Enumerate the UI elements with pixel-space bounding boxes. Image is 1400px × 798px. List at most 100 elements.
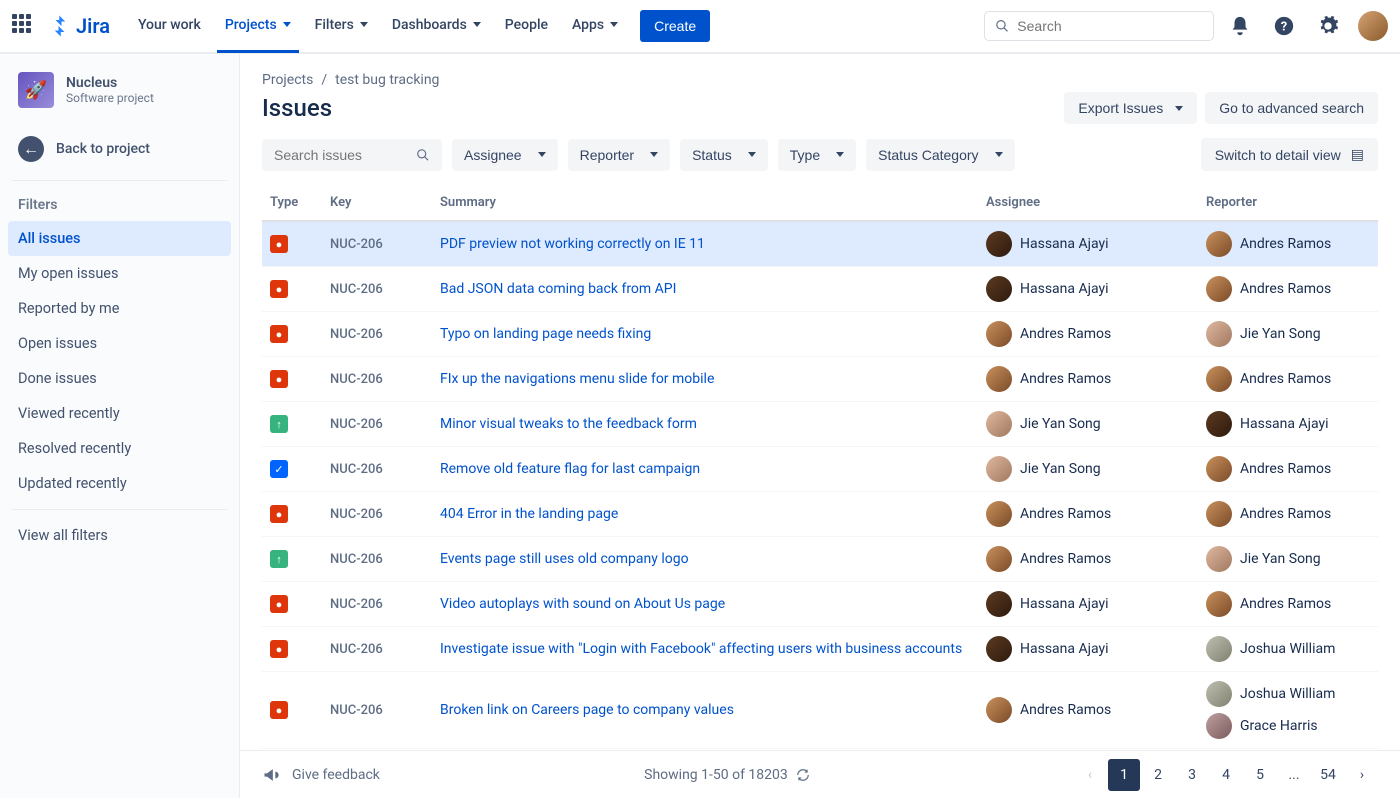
issue-summary-link[interactable]: Typo on landing page needs fixing bbox=[440, 326, 651, 342]
filter-reported-by-me[interactable]: Reported by me bbox=[8, 291, 231, 326]
assignee[interactable]: Jie Yan Song bbox=[986, 411, 1190, 437]
assignee[interactable]: Andres Ramos bbox=[986, 321, 1190, 347]
back-to-project-link[interactable]: ← Back to project bbox=[8, 126, 231, 172]
reporter[interactable]: Andres Ramos bbox=[1206, 276, 1370, 302]
view-all-filters-link[interactable]: View all filters bbox=[8, 518, 231, 553]
issue-row[interactable]: ●NUC-206404 Error in the landing pageAnd… bbox=[262, 492, 1378, 537]
nav-item-people[interactable]: People bbox=[497, 0, 556, 53]
issue-summary-link[interactable]: Bad JSON data coming back from API bbox=[440, 281, 676, 297]
search-issues[interactable] bbox=[262, 139, 442, 171]
issue-summary-link[interactable]: Events page still uses old company logo bbox=[440, 551, 689, 567]
switch-detail-view-button[interactable]: Switch to detail view ▤ bbox=[1201, 138, 1378, 171]
filter-resolved-recently[interactable]: Resolved recently bbox=[8, 431, 231, 466]
page-2[interactable]: 2 bbox=[1142, 759, 1174, 791]
settings-icon[interactable] bbox=[1310, 8, 1346, 44]
col-assignee[interactable]: Assignee bbox=[978, 185, 1198, 221]
app-switcher-icon[interactable] bbox=[12, 14, 36, 38]
create-button[interactable]: Create bbox=[640, 10, 710, 42]
col-summary[interactable]: Summary bbox=[432, 185, 978, 221]
reporter[interactable]: Grace Harris bbox=[1206, 713, 1370, 739]
filter-viewed-recently[interactable]: Viewed recently bbox=[8, 396, 231, 431]
avatar bbox=[1206, 456, 1232, 482]
issue-summary-link[interactable]: Broken link on Careers page to company v… bbox=[440, 702, 734, 718]
assignee[interactable]: Jie Yan Song bbox=[986, 456, 1190, 482]
assignee[interactable]: Andres Ramos bbox=[986, 546, 1190, 572]
issue-row[interactable]: ●NUC-206Broken link on Careers page to c… bbox=[262, 672, 1378, 749]
page-1[interactable]: 1 bbox=[1108, 759, 1140, 791]
reporter[interactable]: Andres Ramos bbox=[1206, 456, 1370, 482]
assignee[interactable]: Hassana Ajayi bbox=[986, 636, 1190, 662]
filter-my-open-issues[interactable]: My open issues bbox=[8, 256, 231, 291]
assignee[interactable]: Andres Ramos bbox=[986, 697, 1190, 723]
assignee[interactable]: Hassana Ajayi bbox=[986, 276, 1190, 302]
col-type[interactable]: Type bbox=[262, 185, 322, 221]
issue-row[interactable]: ●NUC-206Typo on landing page needs fixin… bbox=[262, 312, 1378, 357]
col-reporter[interactable]: Reporter bbox=[1198, 185, 1378, 221]
global-search[interactable] bbox=[984, 11, 1214, 41]
issue-row[interactable]: ●NUC-206Video autoplays with sound on Ab… bbox=[262, 582, 1378, 627]
help-icon[interactable]: ? bbox=[1266, 8, 1302, 44]
give-feedback-link[interactable]: Give feedback bbox=[262, 765, 380, 785]
reporter[interactable]: Andres Ramos bbox=[1206, 366, 1370, 392]
reporter[interactable]: Joshua William bbox=[1206, 636, 1370, 662]
assignee[interactable]: Andres Ramos bbox=[986, 366, 1190, 392]
filter-done-issues[interactable]: Done issues bbox=[8, 361, 231, 396]
avatar bbox=[1206, 321, 1232, 347]
issue-summary-link[interactable]: 404 Error in the landing page bbox=[440, 506, 618, 522]
nav-item-apps[interactable]: Apps bbox=[564, 0, 626, 53]
issue-summary-link[interactable]: PDF preview not working correctly on IE … bbox=[440, 236, 705, 252]
divider bbox=[12, 180, 227, 181]
issue-row[interactable]: ●NUC-206FIx up the navigations menu slid… bbox=[262, 357, 1378, 402]
filter-pill-status-category[interactable]: Status Category bbox=[866, 139, 1014, 171]
filter-pill-status[interactable]: Status bbox=[680, 139, 768, 171]
advanced-search-button[interactable]: Go to advanced search bbox=[1205, 92, 1378, 124]
assignee[interactable]: Andres Ramos bbox=[986, 501, 1190, 527]
page-3[interactable]: 3 bbox=[1176, 759, 1208, 791]
filter-pill-type[interactable]: Type bbox=[778, 139, 856, 171]
issue-summary-link[interactable]: Minor visual tweaks to the feedback form bbox=[440, 416, 697, 432]
reporter[interactable]: Joshua William bbox=[1206, 681, 1370, 707]
nav-item-your-work[interactable]: Your work bbox=[130, 0, 209, 53]
issue-summary-link[interactable]: Remove old feature flag for last campaig… bbox=[440, 461, 700, 477]
notifications-icon[interactable] bbox=[1222, 8, 1258, 44]
jira-logo[interactable]: Jira bbox=[48, 14, 110, 38]
filter-pill-assignee[interactable]: Assignee bbox=[452, 139, 558, 171]
filter-open-issues[interactable]: Open issues bbox=[8, 326, 231, 361]
reporter[interactable]: Andres Ramos bbox=[1206, 501, 1370, 527]
filter-all-issues[interactable]: All issues bbox=[8, 221, 231, 256]
assignee[interactable]: Hassana Ajayi bbox=[986, 591, 1190, 617]
issue-summary-link[interactable]: FIx up the navigations menu slide for mo… bbox=[440, 371, 714, 387]
breadcrumb-projects[interactable]: Projects bbox=[262, 72, 313, 88]
reporter[interactable]: Hassana Ajayi bbox=[1206, 411, 1370, 437]
col-key[interactable]: Key bbox=[322, 185, 432, 221]
issue-row[interactable]: ●NUC-206PDF preview not working correctl… bbox=[262, 221, 1378, 267]
page-5[interactable]: 5 bbox=[1244, 759, 1276, 791]
nav-item-projects[interactable]: Projects bbox=[217, 0, 299, 53]
reporter[interactable]: Jie Yan Song bbox=[1206, 546, 1370, 572]
assignee[interactable]: Hassana Ajayi bbox=[986, 231, 1190, 257]
nav-item-dashboards[interactable]: Dashboards bbox=[384, 0, 489, 53]
nav-item-filters[interactable]: Filters bbox=[307, 0, 376, 53]
issue-row[interactable]: ✓NUC-206Remove old feature flag for last… bbox=[262, 447, 1378, 492]
page-54[interactable]: 54 bbox=[1312, 759, 1344, 791]
page-next[interactable]: › bbox=[1346, 759, 1378, 791]
issue-row[interactable]: ●NUC-206Investigate issue with "Login wi… bbox=[262, 627, 1378, 672]
reporter[interactable]: Jie Yan Song bbox=[1206, 321, 1370, 347]
page-prev[interactable]: ‹ bbox=[1074, 759, 1106, 791]
search-issues-input[interactable] bbox=[274, 147, 408, 163]
page-4[interactable]: 4 bbox=[1210, 759, 1242, 791]
reporter[interactable]: Andres Ramos bbox=[1206, 591, 1370, 617]
issue-row[interactable]: ↑NUC-206Minor visual tweaks to the feedb… bbox=[262, 402, 1378, 447]
refresh-icon[interactable] bbox=[796, 768, 810, 782]
reporter[interactable]: Andres Ramos bbox=[1206, 231, 1370, 257]
filter-pill-reporter[interactable]: Reporter bbox=[568, 139, 670, 171]
issue-row[interactable]: ●NUC-206Bad JSON data coming back from A… bbox=[262, 267, 1378, 312]
issue-row[interactable]: ↑NUC-206Events page still uses old compa… bbox=[262, 537, 1378, 582]
export-issues-button[interactable]: Export Issues bbox=[1064, 92, 1197, 124]
issue-summary-link[interactable]: Video autoplays with sound on About Us p… bbox=[440, 596, 725, 612]
profile-avatar[interactable] bbox=[1358, 11, 1388, 41]
product-name: Jira bbox=[76, 14, 110, 38]
filter-updated-recently[interactable]: Updated recently bbox=[8, 466, 231, 501]
issue-summary-link[interactable]: Investigate issue with "Login with Faceb… bbox=[440, 641, 962, 657]
global-search-input[interactable] bbox=[1017, 18, 1203, 34]
